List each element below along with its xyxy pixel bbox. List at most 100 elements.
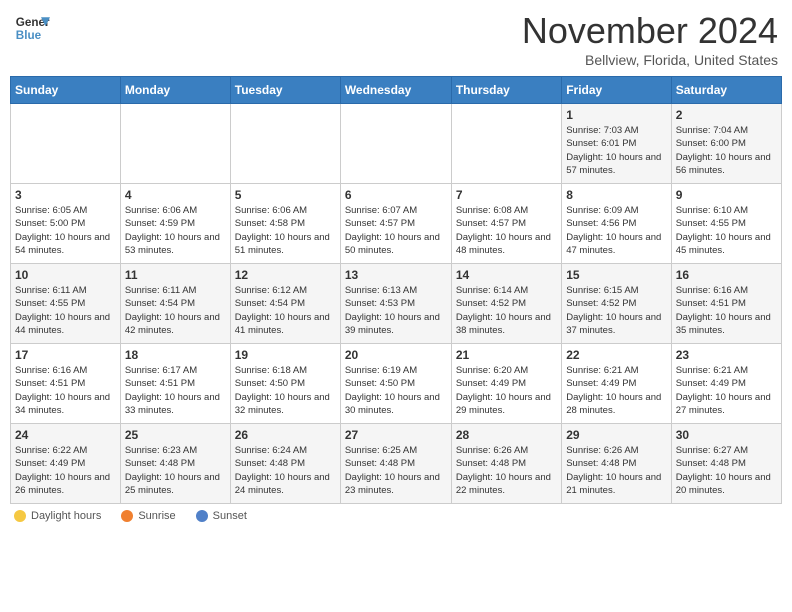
- legend-item: Sunrise: [121, 510, 175, 522]
- day-info: Sunrise: 6:26 AM Sunset: 4:48 PM Dayligh…: [566, 444, 666, 497]
- day-info: Sunrise: 7:03 AM Sunset: 6:01 PM Dayligh…: [566, 124, 666, 177]
- calendar-cell: [230, 104, 340, 184]
- day-number: 21: [456, 348, 557, 362]
- day-info: Sunrise: 6:18 AM Sunset: 4:50 PM Dayligh…: [235, 364, 336, 417]
- day-info: Sunrise: 7:04 AM Sunset: 6:00 PM Dayligh…: [676, 124, 777, 177]
- day-info: Sunrise: 6:05 AM Sunset: 5:00 PM Dayligh…: [15, 204, 116, 257]
- legend-label: Daylight hours: [31, 510, 101, 522]
- calendar-cell: 20 Sunrise: 6:19 AM Sunset: 4:50 PM Dayli…: [340, 344, 451, 424]
- calendar-cell: [340, 104, 451, 184]
- calendar-cell: 29 Sunrise: 6:26 AM Sunset: 4:48 PM Dayli…: [562, 424, 671, 504]
- day-number: 24: [15, 428, 116, 442]
- calendar-cell: 14 Sunrise: 6:14 AM Sunset: 4:52 PM Dayli…: [451, 264, 561, 344]
- legend-label: Sunrise: [138, 510, 175, 522]
- calendar-cell: 12 Sunrise: 6:12 AM Sunset: 4:54 PM Dayli…: [230, 264, 340, 344]
- day-number: 28: [456, 428, 557, 442]
- calendar-cell: 25Sunrise: 6:23 AM Sunset: 4:48 PM Dayli…: [120, 424, 230, 504]
- day-of-week-header: Monday: [120, 77, 230, 104]
- calendar-cell: 22Sunrise: 6:21 AM Sunset: 4:49 PM Dayli…: [562, 344, 671, 424]
- legend-dot: [196, 510, 208, 522]
- day-number: 13: [345, 268, 447, 282]
- day-number: 25: [125, 428, 226, 442]
- svg-text:Blue: Blue: [16, 29, 42, 42]
- day-info: Sunrise: 6:27 AM Sunset: 4:48 PM Dayligh…: [676, 444, 777, 497]
- day-info: Sunrise: 6:16 AM Sunset: 4:51 PM Dayligh…: [676, 284, 777, 337]
- day-number: 5: [235, 188, 336, 202]
- day-number: 30: [676, 428, 777, 442]
- day-info: Sunrise: 6:10 AM Sunset: 4:55 PM Dayligh…: [676, 204, 777, 257]
- day-info: Sunrise: 6:11 AM Sunset: 4:54 PM Dayligh…: [125, 284, 226, 337]
- day-number: 7: [456, 188, 557, 202]
- day-info: Sunrise: 6:06 AM Sunset: 4:58 PM Dayligh…: [235, 204, 336, 257]
- calendar-cell: [11, 104, 121, 184]
- calendar-cell: 26 Sunrise: 6:24 AM Sunset: 4:48 PM Dayli…: [230, 424, 340, 504]
- calendar-cell: 28Sunrise: 6:26 AM Sunset: 4:48 PM Dayli…: [451, 424, 561, 504]
- day-number: 19: [235, 348, 336, 362]
- day-number: 9: [676, 188, 777, 202]
- calendar-cell: 11 Sunrise: 6:11 AM Sunset: 4:54 PM Dayli…: [120, 264, 230, 344]
- calendar-cell: 1 Sunrise: 7:03 AM Sunset: 6:01 PM Daylig…: [562, 104, 671, 184]
- calendar-cell: 21Sunrise: 6:20 AM Sunset: 4:49 PM Dayli…: [451, 344, 561, 424]
- logo-icon: General Blue: [14, 10, 50, 46]
- day-number: 12: [235, 268, 336, 282]
- day-number: 26: [235, 428, 336, 442]
- day-number: 16: [676, 268, 777, 282]
- calendar-cell: 5 Sunrise: 6:06 AM Sunset: 4:58 PM Daylig…: [230, 184, 340, 264]
- calendar-cell: 9 Sunrise: 6:10 AM Sunset: 4:55 PM Daylig…: [671, 184, 781, 264]
- month-title: November 2024: [522, 10, 778, 52]
- calendar-cell: 4Sunrise: 6:06 AM Sunset: 4:59 PM Daylig…: [120, 184, 230, 264]
- day-info: Sunrise: 6:15 AM Sunset: 4:52 PM Dayligh…: [566, 284, 666, 337]
- calendar-cell: 24 Sunrise: 6:22 AM Sunset: 4:49 PM Dayli…: [11, 424, 121, 504]
- day-of-week-header: Friday: [562, 77, 671, 104]
- day-info: Sunrise: 6:22 AM Sunset: 4:49 PM Dayligh…: [15, 444, 116, 497]
- calendar-cell: 15Sunrise: 6:15 AM Sunset: 4:52 PM Dayli…: [562, 264, 671, 344]
- calendar-cell: 30 Sunrise: 6:27 AM Sunset: 4:48 PM Dayli…: [671, 424, 781, 504]
- day-of-week-header: Wednesday: [340, 77, 451, 104]
- calendar-cell: [451, 104, 561, 184]
- day-info: Sunrise: 6:25 AM Sunset: 4:48 PM Dayligh…: [345, 444, 447, 497]
- day-number: 27: [345, 428, 447, 442]
- day-info: Sunrise: 6:24 AM Sunset: 4:48 PM Dayligh…: [235, 444, 336, 497]
- day-number: 8: [566, 188, 666, 202]
- legend-item: Sunset: [196, 510, 247, 522]
- calendar-cell: 10 Sunrise: 6:11 AM Sunset: 4:55 PM Dayli…: [11, 264, 121, 344]
- header: General Blue November 2024 Bellview, Flo…: [10, 10, 782, 68]
- calendar-cell: 7Sunrise: 6:08 AM Sunset: 4:57 PM Daylig…: [451, 184, 561, 264]
- day-info: Sunrise: 6:13 AM Sunset: 4:53 PM Dayligh…: [345, 284, 447, 337]
- day-number: 1: [566, 108, 666, 122]
- day-number: 3: [15, 188, 116, 202]
- day-number: 11: [125, 268, 226, 282]
- day-of-week-header: Saturday: [671, 77, 781, 104]
- calendar-cell: 3 Sunrise: 6:05 AM Sunset: 5:00 PM Daylig…: [11, 184, 121, 264]
- calendar-cell: 8 Sunrise: 6:09 AM Sunset: 4:56 PM Daylig…: [562, 184, 671, 264]
- day-number: 4: [125, 188, 226, 202]
- calendar-table: SundayMondayTuesdayWednesdayThursdayFrid…: [10, 76, 782, 504]
- title-area: November 2024 Bellview, Florida, United …: [522, 10, 778, 68]
- day-info: Sunrise: 6:11 AM Sunset: 4:55 PM Dayligh…: [15, 284, 116, 337]
- day-number: 20: [345, 348, 447, 362]
- day-info: Sunrise: 6:14 AM Sunset: 4:52 PM Dayligh…: [456, 284, 557, 337]
- calendar-cell: 23 Sunrise: 6:21 AM Sunset: 4:49 PM Dayli…: [671, 344, 781, 424]
- day-of-week-header: Sunday: [11, 77, 121, 104]
- calendar-cell: 16 Sunrise: 6:16 AM Sunset: 4:51 PM Dayli…: [671, 264, 781, 344]
- day-number: 22: [566, 348, 666, 362]
- day-info: Sunrise: 6:12 AM Sunset: 4:54 PM Dayligh…: [235, 284, 336, 337]
- day-number: 14: [456, 268, 557, 282]
- day-number: 29: [566, 428, 666, 442]
- day-info: Sunrise: 6:19 AM Sunset: 4:50 PM Dayligh…: [345, 364, 447, 417]
- calendar-cell: 19 Sunrise: 6:18 AM Sunset: 4:50 PM Dayli…: [230, 344, 340, 424]
- location-text: Bellview, Florida, United States: [522, 52, 778, 68]
- day-of-week-header: Thursday: [451, 77, 561, 104]
- legend-dot: [121, 510, 133, 522]
- legend-area: Daylight hours Sunrise Sunset: [10, 510, 782, 522]
- day-info: Sunrise: 6:17 AM Sunset: 4:51 PM Dayligh…: [125, 364, 226, 417]
- day-info: Sunrise: 6:21 AM Sunset: 4:49 PM Dayligh…: [676, 364, 777, 417]
- calendar-cell: 18 Sunrise: 6:17 AM Sunset: 4:51 PM Dayli…: [120, 344, 230, 424]
- day-number: 23: [676, 348, 777, 362]
- legend-item: Daylight hours: [14, 510, 101, 522]
- day-number: 10: [15, 268, 116, 282]
- day-number: 6: [345, 188, 447, 202]
- day-info: Sunrise: 6:07 AM Sunset: 4:57 PM Dayligh…: [345, 204, 447, 257]
- day-info: Sunrise: 6:09 AM Sunset: 4:56 PM Dayligh…: [566, 204, 666, 257]
- day-number: 18: [125, 348, 226, 362]
